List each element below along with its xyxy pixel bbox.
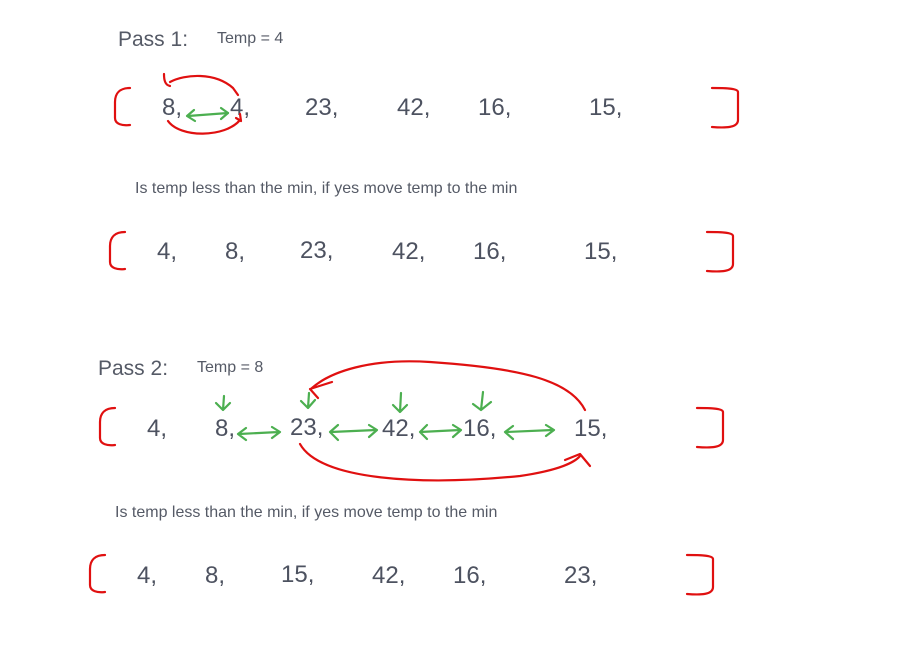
compare-arrow bbox=[328, 423, 379, 442]
brackets bbox=[88, 86, 740, 596]
compare-arrow bbox=[418, 423, 463, 441]
open-bracket bbox=[113, 86, 132, 127]
swap-loop-arrow bbox=[298, 360, 592, 482]
open-bracket bbox=[88, 553, 107, 594]
compare-arrows bbox=[236, 423, 556, 442]
down-arrows bbox=[214, 390, 493, 414]
compare-arrow bbox=[236, 425, 282, 442]
open-bracket bbox=[98, 406, 117, 447]
swap-arrow bbox=[185, 106, 230, 123]
close-bracket bbox=[710, 86, 740, 129]
ink-annotations bbox=[88, 72, 740, 596]
down-arrow bbox=[299, 391, 317, 410]
compare-arrow bbox=[503, 423, 556, 441]
close-bracket bbox=[695, 406, 725, 449]
swap-loop-arrow bbox=[162, 72, 243, 135]
down-arrow bbox=[471, 390, 493, 412]
down-arrow bbox=[391, 391, 409, 414]
open-bracket bbox=[108, 230, 127, 271]
down-arrow bbox=[214, 394, 232, 412]
close-bracket bbox=[685, 553, 715, 596]
close-bracket bbox=[705, 230, 735, 273]
